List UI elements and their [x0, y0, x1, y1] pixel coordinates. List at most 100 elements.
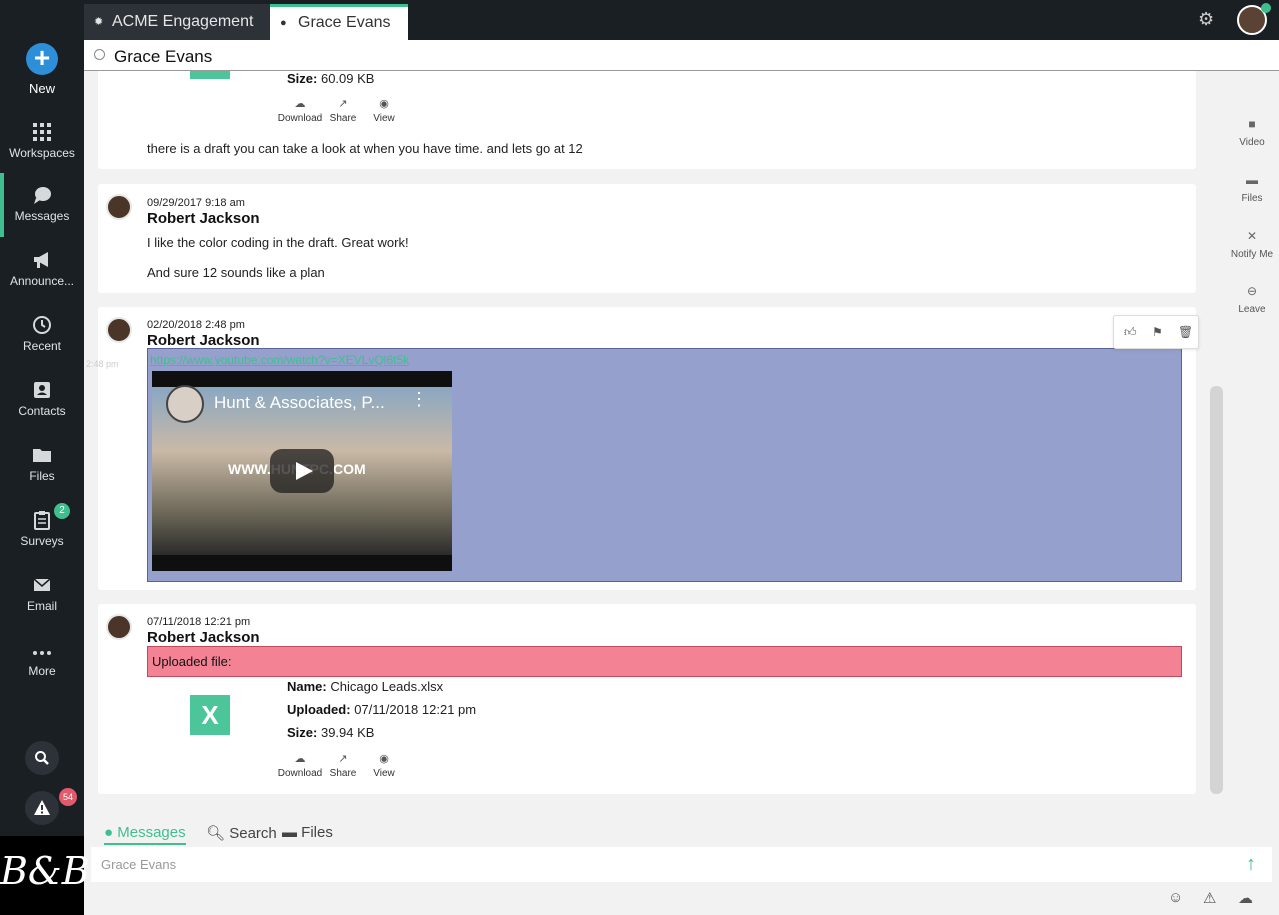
contacts-icon — [34, 382, 50, 398]
sidebar-item-files[interactable]: Files — [0, 433, 84, 495]
message-author[interactable]: Robert Jackson — [147, 629, 260, 646]
bell-off-icon: ✕ — [1246, 229, 1258, 243]
excel-file-icon[interactable]: X — [190, 695, 230, 735]
folder-icon — [33, 449, 51, 462]
video-embed[interactable]: Hunt & Associates, P... ⋮ WWW.HUNTPC.COM — [152, 371, 452, 571]
tab-search[interactable]: 🔍︎ Search — [206, 824, 277, 842]
settings-icon[interactable]: ⚙ — [1198, 9, 1218, 29]
message-card: 07/11/2018 12:21 pm Robert Jackson Uploa… — [98, 604, 1196, 794]
folder-icon: ▬ — [1246, 173, 1258, 187]
sidebar-item-recent[interactable]: Recent — [0, 303, 84, 365]
plus-icon: + — [26, 43, 58, 75]
alerts-button[interactable] — [25, 791, 59, 825]
sidebar-item-label: Messages — [14, 209, 70, 223]
avatar — [106, 317, 132, 343]
sidebar-item-email[interactable]: Email — [0, 563, 84, 625]
sidebar-item-label: More — [28, 664, 56, 678]
tab-acme-engagement[interactable]: ✹ ACME Engagement — [84, 4, 270, 40]
chat-icon: ● — [280, 17, 287, 29]
message-timestamp: 09/29/2017 9:18 am — [147, 197, 245, 209]
notify-me-button[interactable]: ✕ Notify Me — [1226, 229, 1278, 260]
sidebar-item-contacts[interactable]: Contacts — [0, 368, 84, 430]
history-icon — [33, 316, 51, 334]
view-button[interactable]: ◉ View — [359, 752, 409, 779]
sidebar-item-label: Contacts — [18, 404, 66, 418]
file-name: Name: Chicago Leads.xlsx — [287, 679, 444, 694]
message-text: there is a draft you can take a look at … — [147, 141, 583, 156]
surveys-badge: 2 — [54, 503, 70, 519]
new-label: New — [28, 81, 55, 96]
sidebar-item-more[interactable]: More — [0, 628, 84, 690]
message-timestamp: 02/20/2018 2:48 pm — [147, 319, 245, 331]
message-input[interactable] — [91, 847, 1231, 882]
tab-files[interactable]: ▬ Files — [282, 824, 333, 841]
sidebar-item-workspaces[interactable]: Workspaces — [0, 110, 84, 172]
send-arrow-icon[interactable]: ↑ — [1246, 853, 1256, 876]
message-timestamp: 07/11/2018 12:21 pm — [147, 616, 251, 628]
cloud-upload-icon[interactable]: ☁ — [1238, 889, 1253, 907]
emoji-icon[interactable]: ☺ — [1168, 889, 1183, 906]
grid-icon — [33, 123, 51, 141]
sidebar-item-label: Files — [29, 469, 55, 483]
message-author[interactable]: Robert Jackson — [147, 210, 260, 227]
warning-icon — [34, 800, 50, 815]
eye-icon: ◉ — [379, 753, 389, 765]
warning-icon[interactable]: ⚠ — [1203, 889, 1216, 907]
view-button[interactable]: ◉ View — [359, 97, 409, 124]
sidebar-item-label: Recent — [22, 339, 62, 353]
message-card: 09/29/2017 9:18 am Robert Jackson I like… — [98, 184, 1196, 293]
message-card: Size: 60.09 KB ☁ Download ↗ Share ◉ View th… — [98, 71, 1196, 169]
avatar — [106, 614, 132, 640]
file-size: Size: 60.09 KB — [287, 71, 375, 86]
rail-label: Video — [1239, 137, 1265, 148]
tab-messages[interactable]: ● Messages — [104, 824, 186, 845]
envelope-icon — [33, 578, 51, 591]
play-button[interactable] — [270, 449, 334, 493]
sidebar-item-label: Announce... — [9, 274, 75, 288]
highlighted-message: https://www.youtube.com/watch?v=XEVLvQl6… — [147, 348, 1182, 582]
sidebar-item-messages[interactable]: Messages — [0, 173, 84, 237]
tab-grace-evans[interactable]: ● Grace Evans — [270, 4, 408, 40]
video-call-button[interactable]: ■ Video — [1226, 117, 1278, 148]
clipboard-icon — [34, 511, 50, 530]
sidebar-item-announcements[interactable]: Announce... — [0, 238, 84, 300]
rail-label: Leave — [1238, 304, 1266, 315]
message-list[interactable]: Size: 60.09 KB ☁ Download ↗ Share ◉ View th… — [84, 71, 1220, 795]
message-text: I like the color coding in the draft. Gr… — [147, 235, 409, 250]
left-sidebar: + New Workspaces Messages Announce... Re… — [0, 0, 90, 915]
file-thumbnail — [190, 71, 230, 79]
sidebar-item-surveys[interactable]: Surveys — [0, 498, 84, 560]
uploaded-file-banner: Uploaded file: — [147, 646, 1182, 677]
video-link[interactable]: https://www.youtube.com/watch?v=XEVLvQl6… — [150, 353, 450, 367]
gear-icon: ✹ — [94, 16, 104, 28]
kebab-menu-icon[interactable]: ⋮ — [410, 389, 428, 410]
trash-icon[interactable]: 🗑︎ — [1178, 325, 1193, 339]
file-uploaded-date: Uploaded: 07/11/2018 12:21 pm — [287, 702, 477, 717]
search-icon — [35, 751, 49, 765]
conversation-header: Grace Evans — [84, 40, 1279, 71]
message-author[interactable]: Robert Jackson — [147, 332, 260, 349]
video-title: Hunt & Associates, P... — [214, 393, 385, 412]
folder-icon: ▬ — [282, 824, 297, 841]
alerts-badge: 54 — [59, 788, 77, 806]
tab-label: Grace Evans — [298, 14, 391, 31]
thumbs-up-icon[interactable]: 👍︎ — [1124, 325, 1137, 340]
hover-timestamp: 2:48 pm — [86, 359, 119, 369]
flag-icon[interactable]: ⚑ — [1152, 325, 1163, 339]
status-circle-icon[interactable] — [94, 49, 105, 60]
more-dots-icon — [33, 651, 51, 655]
rail-label: Notify Me — [1230, 249, 1274, 260]
rail-label: Files — [1241, 193, 1263, 204]
chat-icon — [34, 187, 51, 204]
file-size: Size: 39.94 KB — [287, 725, 375, 740]
files-button[interactable]: ▬ Files — [1226, 173, 1278, 204]
page-title: Grace Evans — [114, 47, 213, 66]
search-button[interactable] — [25, 741, 59, 775]
leave-button[interactable]: ⊖ Leave — [1226, 284, 1278, 315]
user-avatar[interactable] — [1237, 3, 1271, 35]
channel-avatar — [166, 385, 204, 423]
scrollbar[interactable] — [1210, 386, 1223, 794]
sidebar-item-label: Email — [26, 599, 57, 613]
message-actions: 👍︎ ⚑ 🗑︎ — [1113, 315, 1199, 349]
avatar — [106, 194, 132, 220]
